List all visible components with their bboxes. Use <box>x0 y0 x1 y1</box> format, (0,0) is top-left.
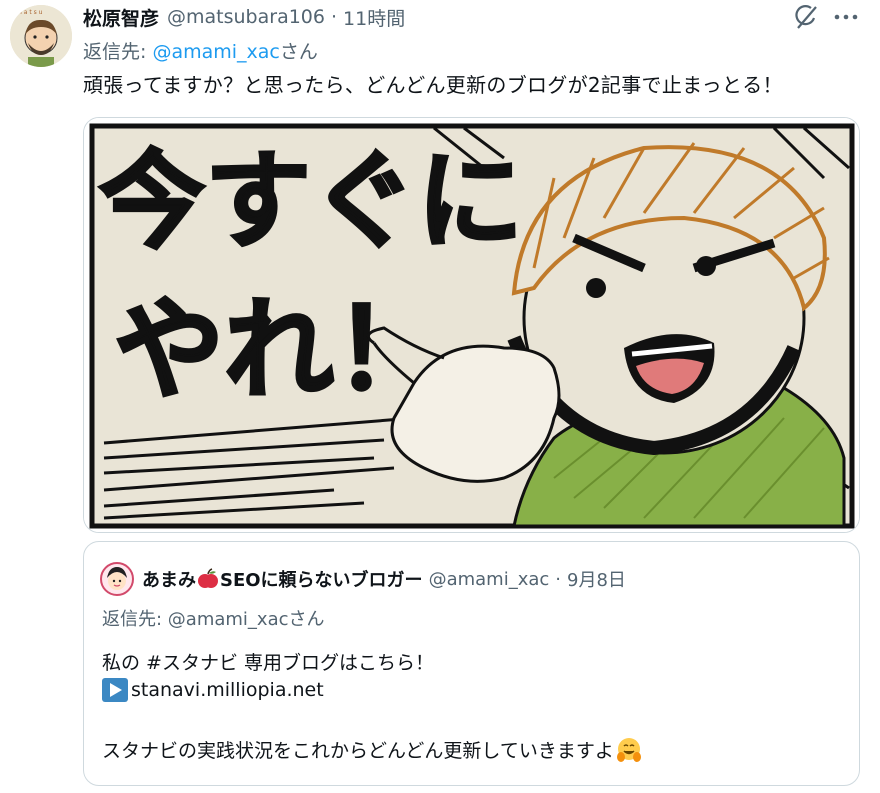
quoted-avatar[interactable] <box>100 562 134 596</box>
quoted-author-handle[interactable]: @amami_xac <box>429 569 550 590</box>
image-text-line2: やれ！ <box>114 286 444 414</box>
tweet-header: 松原智彦 @matsubara106 · 11時間 <box>83 3 405 31</box>
play-button-emoji <box>102 678 128 702</box>
quoted-reply-to: 返信先: @amami_xacさん <box>102 605 325 631</box>
separator-dot: · <box>330 6 338 28</box>
quoted-text-line2: stanavi.milliopia.net <box>102 678 324 702</box>
image-text-line1: 今すぐに <box>99 140 523 263</box>
quoted-author-name-part1: あまみ <box>142 570 196 591</box>
reply-handle-link[interactable]: @amami_xac <box>152 41 279 63</box>
quoted-author-name-part2: SEOに頼らないブロガー <box>220 570 423 591</box>
quoted-hashtag: #スタナビ <box>146 652 238 674</box>
grok-icon[interactable] <box>790 2 822 32</box>
tweet-text: 頑張ってますか？と思ったら、どんどん更新のブログが2記事で止まっとる！ <box>83 73 783 97</box>
quoted-tweet[interactable]: あまみ SEOに頼らないブロガー @amami_xac · 9月8日 返信先: @… <box>83 541 860 786</box>
svg-text:m a t s u: m a t s u <box>16 9 43 16</box>
quoted-separator-dot: · <box>555 568 562 590</box>
red-apple-emoji <box>197 568 219 590</box>
reply-prefix: 返信先: <box>83 41 153 63</box>
quoted-text-line3: スタナビの実践状況をこれからどんどん更新していきますよ <box>102 736 642 763</box>
reply-to: 返信先: @amami_xacさん <box>83 37 318 64</box>
quoted-date[interactable]: 9月8日 <box>567 566 626 592</box>
quoted-reply-prefix: 返信先: <box>102 609 168 630</box>
author-handle[interactable]: @matsubara106 <box>167 6 325 28</box>
manga-illustration: 今すぐに やれ！ <box>84 118 859 532</box>
tweet-time[interactable]: 11時間 <box>343 4 405 31</box>
hugging-face-emoji <box>616 737 642 763</box>
quoted-reply-suffix: さん <box>288 609 325 630</box>
quoted-author-name[interactable]: あまみ SEOに頼らないブロガー <box>142 566 423 592</box>
author-avatar-illustration: m a t s u <box>10 5 72 67</box>
quoted-text-pre: 私の <box>102 652 147 674</box>
quoted-link: stanavi.milliopia.net <box>131 679 324 701</box>
quoted-text-line3-text: スタナビの実践状況をこれからどんどん更新していきますよ <box>102 740 614 762</box>
reply-suffix: さん <box>279 41 318 63</box>
more-icon[interactable] <box>830 2 862 32</box>
quoted-text-line1: 私の #スタナビ 専用ブログはこちら！ <box>102 648 434 675</box>
author-name[interactable]: 松原智彦 <box>83 4 159 31</box>
quoted-text-post: 専用ブログはこちら！ <box>237 652 435 674</box>
author-avatar[interactable]: m a t s u <box>10 5 72 67</box>
quoted-reply-handle: @amami_xac <box>167 609 289 630</box>
quoted-header: あまみ SEOに頼らないブロガー @amami_xac · 9月8日 <box>100 562 626 596</box>
tweet-image[interactable]: 今すぐに やれ！ <box>83 117 860 533</box>
